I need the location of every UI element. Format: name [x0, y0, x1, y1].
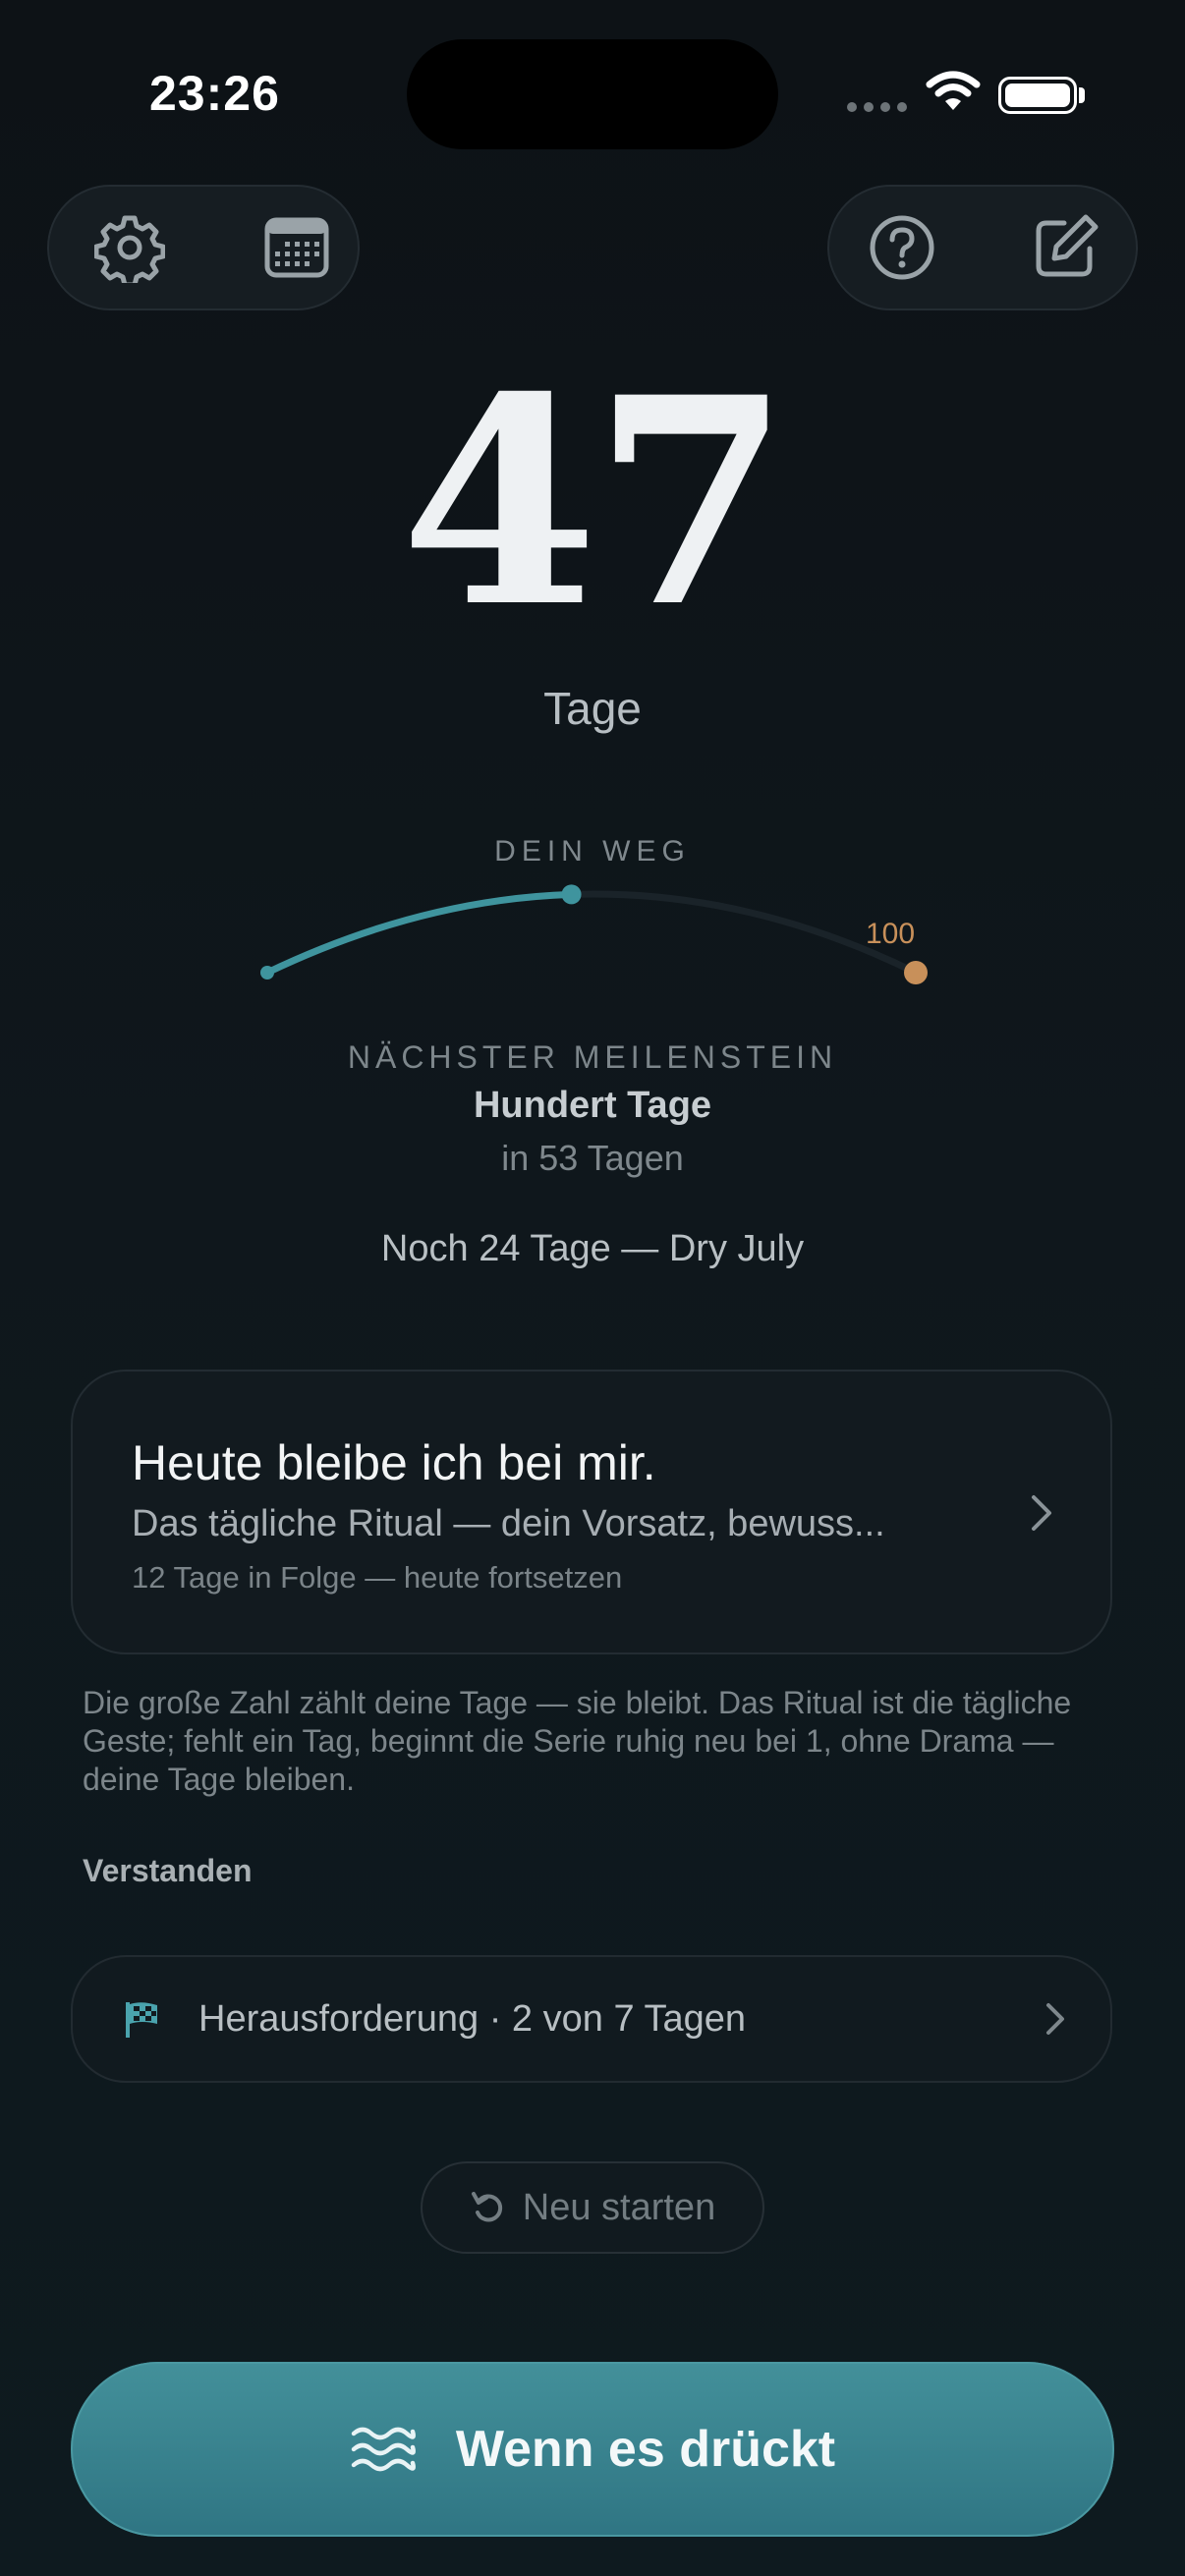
edit-button[interactable]: [1026, 208, 1104, 287]
arc-start-dot: [260, 966, 274, 980]
help-button[interactable]: [863, 208, 941, 287]
info-text: Die große Zahl zählt deine Tage — sie bl…: [83, 1685, 1072, 1797]
milestone-remaining: in 53 Tagen: [501, 1138, 684, 1178]
restart-button[interactable]: Neu starten: [421, 2161, 764, 2254]
milestone-label: NÄCHSTER MEILENSTEIN: [347, 1039, 838, 1075]
event-note: Noch 24 Tage — Dry July: [380, 1228, 805, 1269]
ritual-subtitle: Das tägliche Ritual — dein Vorsatz, bewu…: [132, 1503, 885, 1544]
battery-icon: [998, 77, 1077, 114]
chevron-right-icon: [1046, 2003, 1064, 2035]
gear-icon: [94, 215, 165, 283]
arc-goal-dot: [904, 961, 928, 984]
milestone-name: Hundert Tage: [473, 1085, 712, 1126]
ritual-title: Heute bleibe ich bei mir.: [132, 1435, 656, 1490]
ritual-card[interactable]: Heute bleibe ich bei mir. Das tägliche R…: [71, 1370, 1112, 1654]
day-counter-unit: Tage: [543, 683, 642, 734]
urge-help-button[interactable]: Wenn es drückt: [71, 2362, 1114, 2537]
urge-help-label: Wenn es drückt: [455, 2421, 836, 2478]
understood-button[interactable]: Verstanden: [83, 1853, 253, 1889]
edit-square-icon: [1036, 214, 1099, 277]
checkered-flag-icon: [126, 2002, 157, 2038]
challenge-row[interactable]: Herausforderung · 2 von 7 Tagen: [71, 1955, 1112, 2083]
restart-icon: [471, 2192, 502, 2222]
calendar-icon: [264, 217, 329, 278]
cellular-signal-icon: [847, 102, 907, 112]
ritual-streak: 12 Tage in Folge — heute fortsetzen: [132, 1560, 623, 1595]
question-circle-icon: [870, 215, 934, 280]
battery-cap: [1079, 87, 1085, 103]
top-right-toolbar: [827, 185, 1138, 310]
settings-button[interactable]: [90, 208, 169, 287]
waves-icon: [351, 2427, 416, 2472]
calendar-button[interactable]: [257, 208, 336, 287]
day-counter-value: 47: [400, 336, 791, 670]
status-time: 23:26: [149, 66, 280, 121]
chevron-right-icon: [1032, 1495, 1051, 1531]
arc-progress-dot: [561, 884, 582, 905]
wifi-icon: [926, 71, 981, 117]
challenge-label: Herausforderung · 2 von 7 Tagen: [198, 1998, 746, 2040]
progress-arc: 100: [260, 884, 928, 984]
top-left-toolbar: [47, 185, 360, 310]
arc-goal-label: 100: [866, 918, 915, 950]
dynamic-island: [407, 39, 778, 149]
restart-label: Neu starten: [522, 2186, 716, 2228]
